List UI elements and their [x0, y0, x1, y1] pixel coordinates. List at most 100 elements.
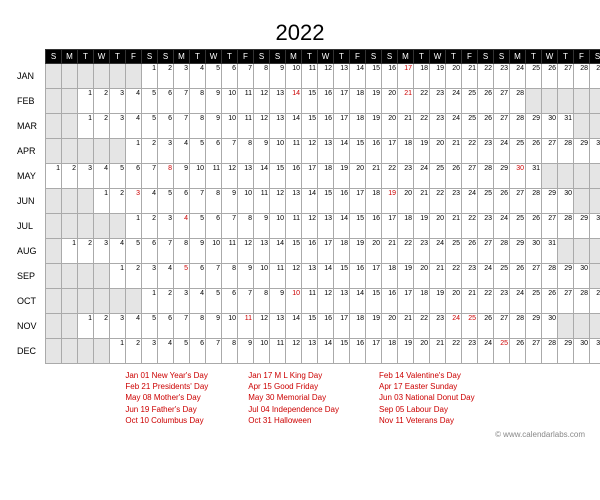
day-cell: 9: [206, 314, 222, 339]
day-cell: 1: [78, 89, 94, 114]
day-cell: 11: [238, 114, 254, 139]
day-cell: 25: [462, 89, 478, 114]
day-cell: [126, 64, 142, 89]
day-cell: [78, 139, 94, 164]
day-cell: 4: [158, 264, 174, 289]
day-cell: 18: [382, 339, 398, 364]
day-cell: 10: [222, 114, 238, 139]
day-cell: 14: [334, 139, 350, 164]
day-cell: 2: [110, 189, 126, 214]
day-cell: 26: [510, 264, 526, 289]
year-title: 2022: [15, 20, 585, 46]
day-cell: 11: [270, 264, 286, 289]
day-cell: [46, 314, 62, 339]
month-label: SEP: [15, 264, 46, 289]
day-cell: 5: [158, 189, 174, 214]
day-header: S: [142, 50, 158, 64]
day-cell: [46, 89, 62, 114]
day-cell: [62, 339, 78, 364]
day-cell: 27: [526, 339, 542, 364]
day-cell: 1: [78, 114, 94, 139]
day-cell: 1: [110, 264, 126, 289]
day-header: F: [350, 50, 366, 64]
day-cell: 4: [190, 64, 206, 89]
day-cell: [110, 139, 126, 164]
day-cell: [62, 264, 78, 289]
day-cell: 12: [286, 339, 302, 364]
day-cell: [62, 189, 78, 214]
day-cell: 26: [478, 89, 494, 114]
day-cell: 12: [222, 164, 238, 189]
holiday-item: Oct 31 Halloween: [248, 415, 339, 426]
day-cell: 14: [270, 239, 286, 264]
day-cell: 8: [158, 164, 174, 189]
day-cell: 13: [334, 289, 350, 314]
day-cell: 2: [158, 64, 174, 89]
holiday-item: May 30 Memorial Day: [248, 392, 339, 403]
day-cell: 16: [350, 339, 366, 364]
holiday-item: Apr 17 Easter Sunday: [379, 381, 475, 392]
day-cell: 23: [462, 339, 478, 364]
day-cell: 5: [142, 314, 158, 339]
day-cell: 27: [542, 139, 558, 164]
day-header: F: [238, 50, 254, 64]
day-cell: 1: [142, 64, 158, 89]
day-cell: 11: [302, 64, 318, 89]
day-cell: [78, 289, 94, 314]
day-cell: 21: [462, 64, 478, 89]
day-cell: 24: [478, 339, 494, 364]
day-cell: 8: [254, 64, 270, 89]
day-cell: 25: [510, 139, 526, 164]
holiday-item: Jun 19 Father's Day: [125, 404, 208, 415]
day-cell: 19: [430, 289, 446, 314]
day-cell: 22: [414, 89, 430, 114]
day-cell: 21: [430, 339, 446, 364]
day-cell: 12: [286, 264, 302, 289]
holiday-item: Feb 21 Presidents' Day: [125, 381, 208, 392]
day-cell: 10: [206, 239, 222, 264]
day-cell: 9: [270, 64, 286, 89]
day-cell: 30: [558, 189, 574, 214]
day-cell: 9: [270, 289, 286, 314]
month-label: MAR: [15, 114, 46, 139]
day-cell: 8: [190, 89, 206, 114]
day-cell: [46, 239, 62, 264]
month-label: DEC: [15, 339, 46, 364]
day-cell: 3: [94, 239, 110, 264]
day-cell: 8: [254, 289, 270, 314]
day-cell: 20: [446, 289, 462, 314]
day-cell: 16: [318, 314, 334, 339]
holiday-item: Jan 01 New Year's Day: [125, 370, 208, 381]
day-cell: 25: [510, 214, 526, 239]
day-cell: 5: [174, 339, 190, 364]
day-cell: 18: [398, 214, 414, 239]
day-cell: 16: [366, 139, 382, 164]
day-cell: 6: [222, 289, 238, 314]
day-cell: 29: [558, 264, 574, 289]
day-cell: 20: [430, 139, 446, 164]
day-cell: 22: [398, 239, 414, 264]
day-cell: 18: [366, 189, 382, 214]
day-cell: [78, 189, 94, 214]
day-cell: 11: [302, 289, 318, 314]
day-cell: 14: [318, 264, 334, 289]
day-cell: 29: [526, 114, 542, 139]
day-header: S: [158, 50, 174, 64]
day-cell: 21: [398, 314, 414, 339]
day-cell: [558, 89, 574, 114]
day-cell: 24: [446, 314, 462, 339]
day-cell: 11: [238, 314, 254, 339]
day-cell: 24: [478, 264, 494, 289]
day-cell: [542, 89, 558, 114]
day-cell: 25: [462, 314, 478, 339]
day-cell: 7: [206, 264, 222, 289]
day-cell: [46, 214, 62, 239]
day-cell: 18: [350, 314, 366, 339]
day-cell: 24: [510, 64, 526, 89]
day-cell: 26: [542, 64, 558, 89]
day-cell: 10: [286, 64, 302, 89]
day-cell: 1: [126, 214, 142, 239]
day-cell: 11: [286, 139, 302, 164]
day-cell: 6: [206, 214, 222, 239]
day-cell: 29: [542, 189, 558, 214]
